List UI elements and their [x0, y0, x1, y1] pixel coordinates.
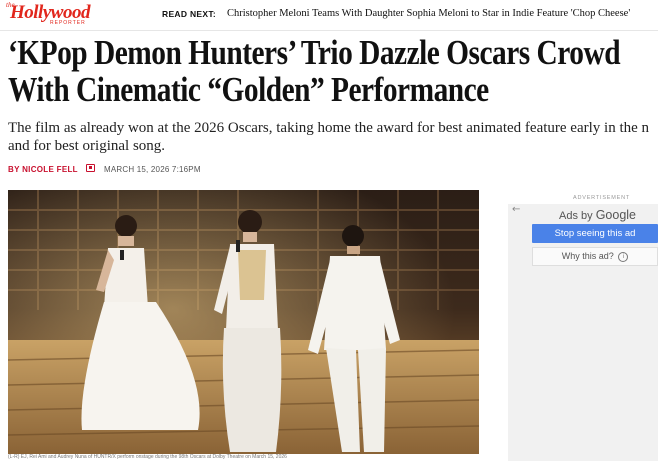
- article-headline: ‘KPop Demon Hunters’ Trio Dazzle Oscars …: [8, 33, 621, 109]
- logo-reporter: REPORTER: [50, 20, 86, 26]
- email-author-icon[interactable]: [86, 164, 95, 172]
- stage-performance-image: [8, 190, 479, 454]
- photo-caption: (L-R) EJ, Rei Ami and Audrey Nuna of HUN…: [8, 454, 287, 460]
- stop-seeing-ad-button[interactable]: Stop seeing this ad: [532, 224, 658, 243]
- read-next-link[interactable]: Christopher Meloni Teams With Daughter S…: [227, 8, 630, 19]
- advertisement-label: ADVERTISEMENT: [573, 195, 631, 201]
- read-next-label: READ NEXT:: [162, 9, 217, 19]
- headline-line-1: ‘KPop Demon Hunters’ Trio Dazzle Oscars …: [8, 33, 621, 72]
- dek-line-1: The film as already won at the 2026 Osca…: [8, 120, 650, 136]
- info-icon: i: [618, 251, 629, 262]
- google-wordmark: Google: [595, 208, 637, 222]
- ads-by-text: Ads by: [559, 210, 593, 222]
- why-this-ad-button[interactable]: Why this ad? i: [532, 247, 658, 266]
- back-arrow-icon[interactable]: ←: [512, 204, 520, 215]
- dek-line-2: and for best original song.: [8, 138, 166, 154]
- ads-by-google: Ads by Google: [559, 208, 636, 222]
- why-this-ad-label: Why this ad?: [561, 251, 614, 261]
- headline-line-2: With Cinematic “Golden” Performance: [8, 70, 489, 109]
- article-dek: The film as already won at the 2026 Osca…: [8, 119, 658, 155]
- article-photo[interactable]: [8, 190, 479, 454]
- top-bar: the Hollywood REPORTER READ NEXT: Christ…: [0, 0, 658, 30]
- author-byline[interactable]: BY NICOLE FELL: [8, 165, 78, 174]
- publish-date: MARCH 15, 2026 7:16PM: [104, 165, 201, 174]
- header-divider: [0, 30, 658, 31]
